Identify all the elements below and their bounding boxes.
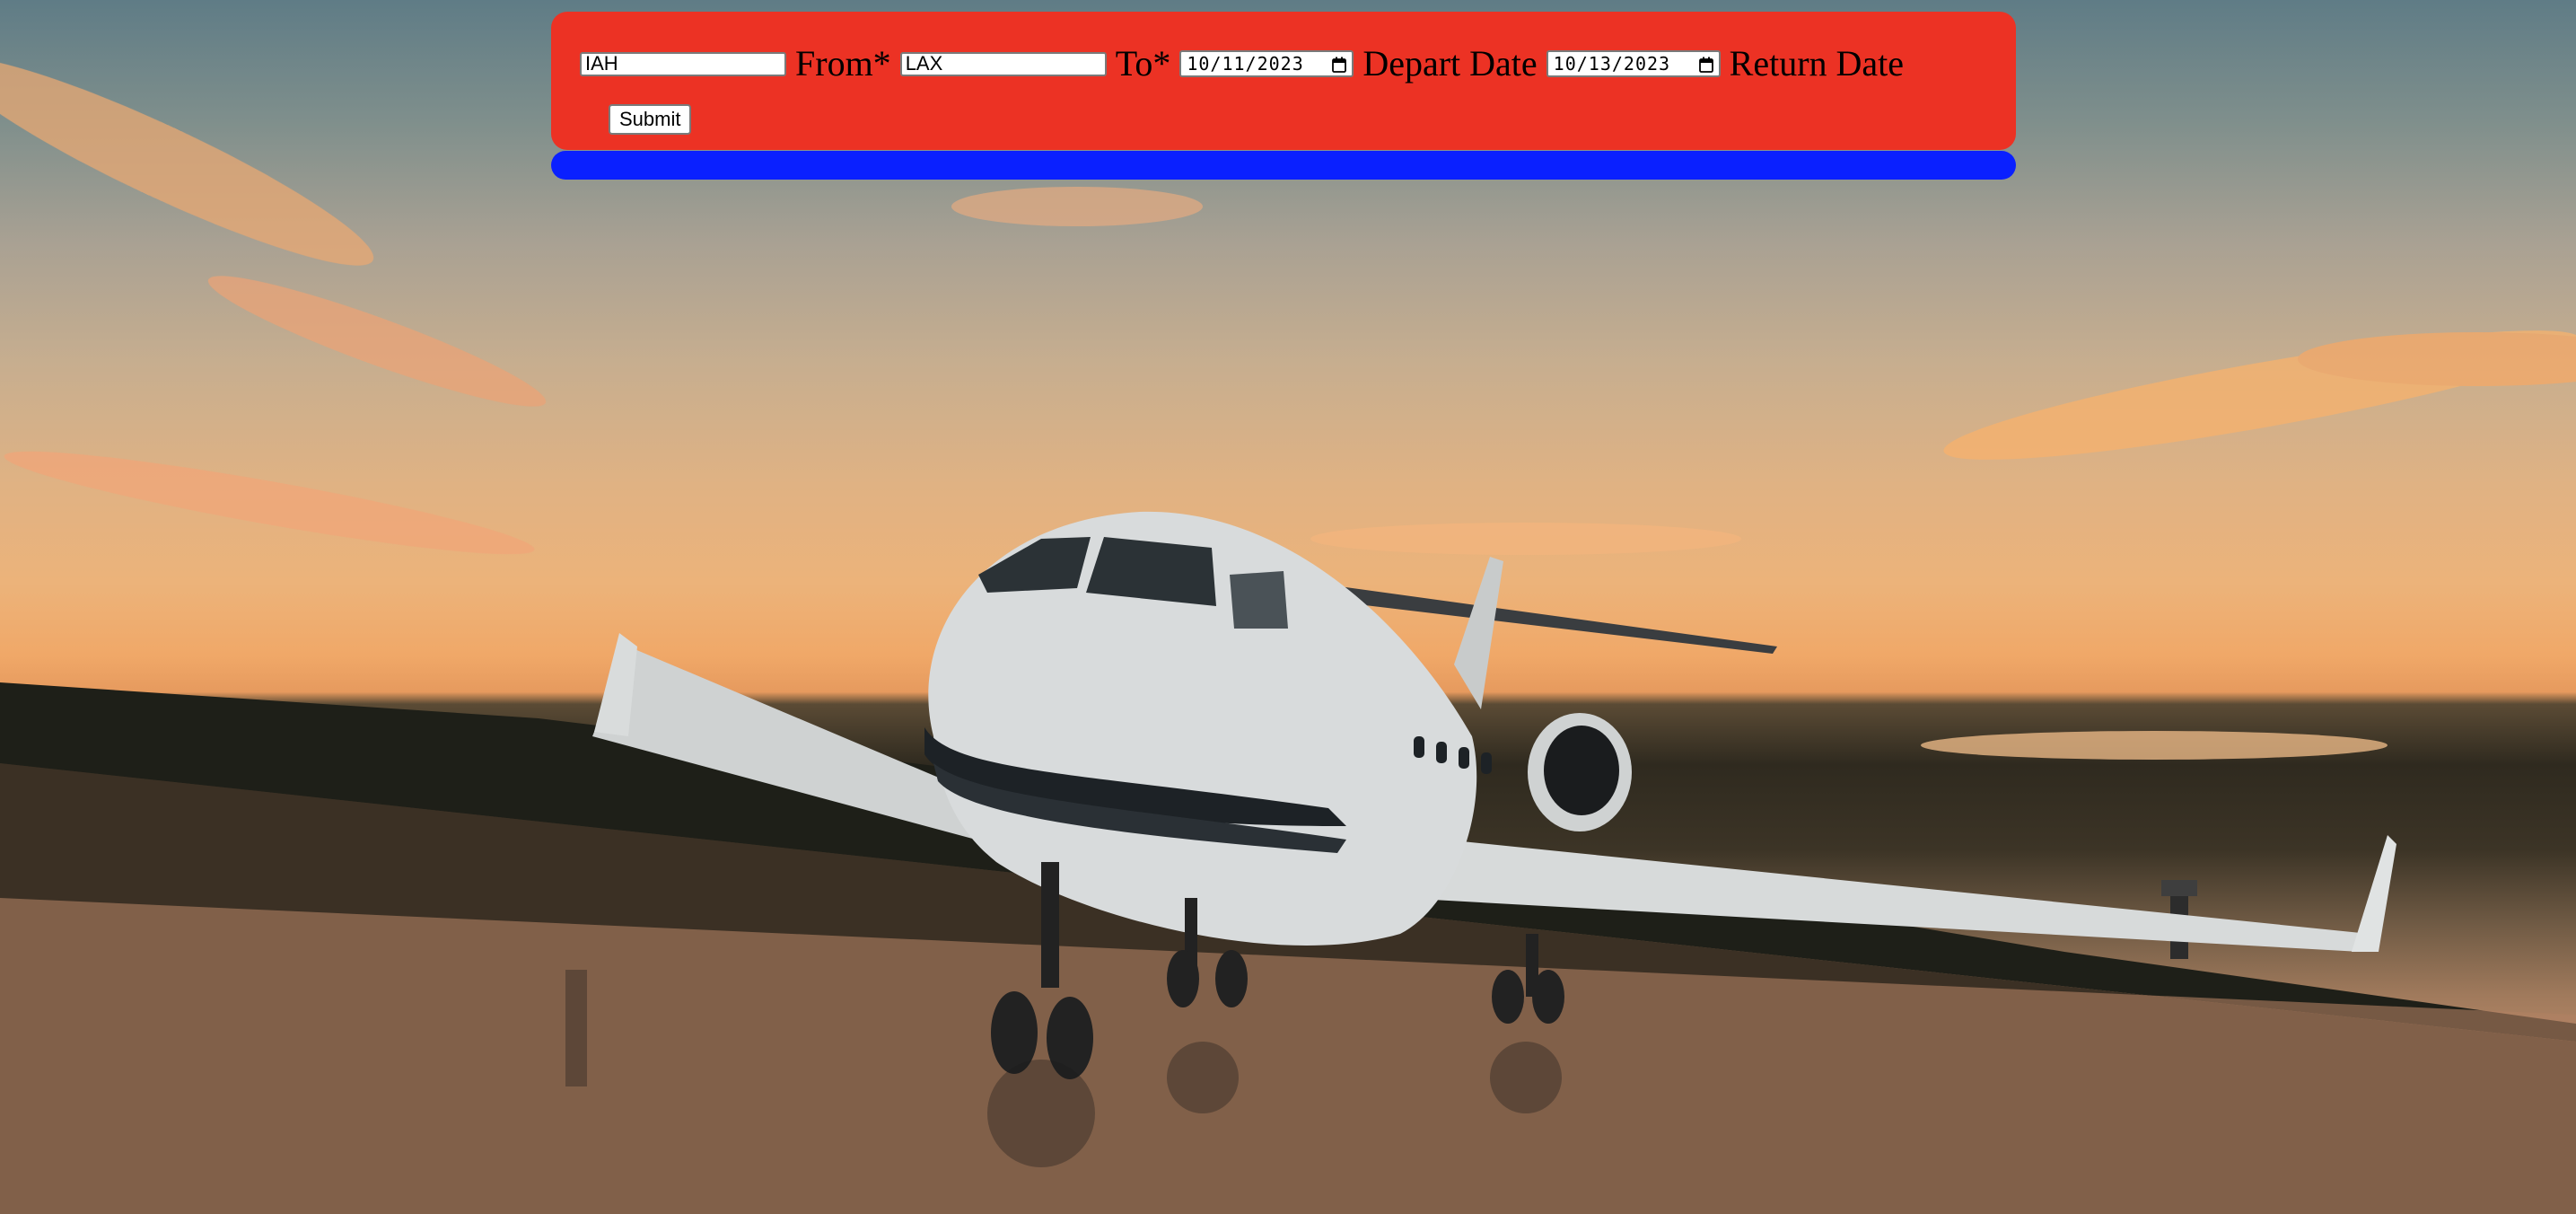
depart-date-value: 10/11/2023 (1187, 53, 1304, 75)
return-date-label: Return Date (1729, 43, 1905, 84)
depart-date-input[interactable]: 10/11/2023 (1179, 50, 1354, 77)
from-label: From* (795, 43, 891, 84)
submit-button[interactable]: Submit (609, 104, 692, 135)
from-input[interactable] (580, 51, 786, 76)
return-date-input[interactable]: 10/13/2023 (1546, 50, 1721, 77)
to-input[interactable] (899, 51, 1107, 76)
results-bar (551, 151, 2016, 180)
calendar-icon[interactable] (1698, 56, 1713, 73)
private-jet-at-sunset-image (0, 57, 2576, 1214)
return-date-value: 10/13/2023 (1553, 53, 1671, 75)
flight-search-banner: From* To* 10/11/2023 Depart Date 10/13/2… (551, 12, 2016, 150)
depart-date-label: Depart Date (1362, 43, 1538, 84)
to-label: To* (1115, 43, 1171, 84)
background-photo (0, 0, 2576, 1214)
calendar-icon[interactable] (1332, 56, 1347, 73)
flight-search-form: From* To* 10/11/2023 Depart Date 10/13/2… (580, 46, 1913, 82)
